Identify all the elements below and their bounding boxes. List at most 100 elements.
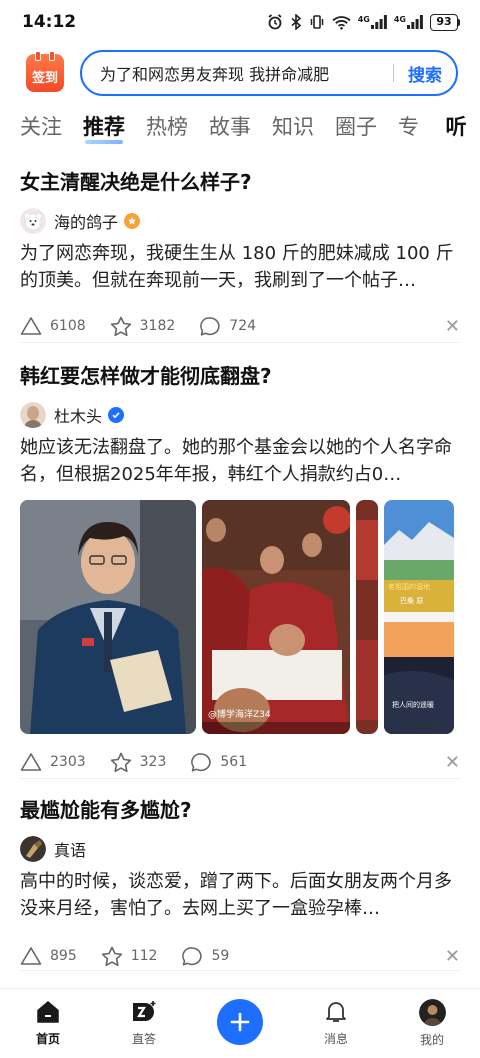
search-input[interactable]: 为了和网恋男友奔现 我拼命减肥 bbox=[100, 61, 379, 85]
bottom-nav: 首页 直答 消息 我的 bbox=[0, 988, 480, 1058]
image-caption-top: 老祖国的湿地 bbox=[388, 583, 430, 591]
author-row[interactable]: 真语 bbox=[20, 836, 460, 862]
nav-create[interactable] bbox=[192, 989, 288, 1058]
question-title[interactable]: 最尴尬能有多尴尬? bbox=[20, 796, 460, 824]
nav-messages[interactable]: 消息 bbox=[288, 989, 384, 1058]
answer-excerpt[interactable]: 高中的时候，谈恋爱，蹭了两下。后面女朋友两个月多没来月经，害怕了。去网上买了一盒… bbox=[20, 868, 460, 922]
favorite-count: 112 bbox=[130, 948, 158, 964]
comment-count: 561 bbox=[220, 754, 248, 770]
favorite-button[interactable]: 323 bbox=[110, 752, 167, 773]
comment-button[interactable]: 561 bbox=[190, 752, 247, 773]
image-gallery[interactable]: @博学海洋Z34 老祖国的湿地 巴桑 原 把人间的遥暖 韩红原 bbox=[20, 500, 460, 734]
gallery-image-1[interactable] bbox=[20, 500, 196, 734]
favorite-button[interactable]: 112 bbox=[101, 946, 158, 967]
checkin-label: 签到 bbox=[31, 71, 58, 86]
creator-badge-icon bbox=[124, 213, 141, 229]
tab-circle[interactable]: 圈子 bbox=[335, 111, 377, 141]
question-title[interactable]: 韩红要怎样做才能彻底翻盘? bbox=[20, 362, 460, 390]
signal-2-icon: 4G bbox=[394, 15, 423, 29]
like-button[interactable]: 6108 bbox=[20, 316, 86, 336]
action-bar: 895 112 59 ✕ bbox=[20, 944, 460, 968]
question-title[interactable]: 女主清醒决绝是什么样子? bbox=[20, 168, 460, 196]
gallery-image-2[interactable]: @博学海洋Z34 bbox=[202, 500, 350, 734]
comment-button[interactable]: 724 bbox=[199, 316, 256, 337]
author-name[interactable]: 真语 bbox=[54, 837, 86, 861]
nav-home[interactable]: 首页 bbox=[0, 989, 96, 1058]
avatar[interactable] bbox=[20, 402, 46, 428]
upvote-icon bbox=[20, 753, 42, 771]
like-count: 895 bbox=[50, 948, 77, 964]
tab-hot[interactable]: 热榜 bbox=[146, 111, 188, 141]
like-count: 2303 bbox=[50, 754, 86, 770]
feed-card[interactable]: 女主清醒决绝是什么样子? 海的鸽子 为了网恋奔现，我硬生生从 180 斤的肥妹减… bbox=[0, 168, 480, 338]
author-row[interactable]: 杜木头 bbox=[20, 402, 460, 428]
comment-icon bbox=[182, 946, 203, 966]
upvote-icon bbox=[20, 947, 42, 965]
nav-mine[interactable]: 我的 bbox=[384, 989, 480, 1058]
comment-count: 59 bbox=[211, 948, 230, 964]
battery-icon: 93 bbox=[430, 13, 460, 31]
wifi-icon bbox=[332, 15, 351, 30]
action-bar: 6108 3182 724 ✕ bbox=[20, 314, 460, 338]
avatar[interactable] bbox=[20, 836, 46, 862]
dismiss-icon[interactable]: ✕ bbox=[445, 946, 460, 967]
star-icon bbox=[110, 752, 131, 772]
divider bbox=[20, 342, 460, 343]
bluetooth-icon bbox=[291, 14, 301, 30]
alarm-icon bbox=[268, 14, 282, 30]
status-icons: 4G 4G 93 bbox=[267, 13, 460, 31]
upvote-icon bbox=[20, 317, 42, 335]
bell-icon bbox=[326, 1002, 346, 1022]
author-row[interactable]: 海的鸽子 bbox=[20, 208, 460, 234]
status-bar: 14:12 4G 4G 93 bbox=[0, 0, 480, 44]
answer-excerpt[interactable]: 她应该无法翻盘了。她的那个基金会以她的个人名字命名，但根据2025年年报，韩红个… bbox=[20, 434, 460, 488]
create-button[interactable] bbox=[217, 999, 263, 1045]
comment-button[interactable]: 59 bbox=[181, 946, 229, 967]
favorite-button[interactable]: 3182 bbox=[110, 316, 176, 337]
comment-icon bbox=[200, 316, 220, 336]
direct-answer-icon bbox=[133, 1001, 156, 1021]
vibrate-icon bbox=[310, 15, 323, 29]
profile-avatar bbox=[418, 999, 446, 1026]
answer-excerpt[interactable]: 为了网恋奔现，我硬生生从 180 斤的肥妹减成 100 斤的顶美。但就在奔现前一… bbox=[20, 240, 460, 294]
author-name[interactable]: 海的鸽子 bbox=[54, 209, 118, 233]
gallery-image-4[interactable]: 老祖国的湿地 巴桑 原 把人间的遥暖 韩红原 bbox=[384, 500, 454, 734]
nav-mine-label: 我的 bbox=[419, 1033, 444, 1047]
plus-icon bbox=[230, 1012, 250, 1032]
action-bar: 2303 323 561 ✕ bbox=[20, 750, 460, 774]
feed-card[interactable]: 韩红要怎样做才能彻底翻盘? 杜木头 她应该无法翻盘了。她的那个基金会以她的个人名… bbox=[0, 362, 480, 774]
search-divider bbox=[392, 64, 394, 82]
nav-home-label: 首页 bbox=[35, 1032, 60, 1046]
tab-story[interactable]: 故事 bbox=[209, 111, 251, 141]
dismiss-icon[interactable]: ✕ bbox=[445, 316, 460, 337]
image-caption-bottom: 把人间的遥暖 bbox=[392, 701, 434, 709]
like-count: 6108 bbox=[50, 318, 86, 334]
like-button[interactable]: 895 bbox=[20, 946, 77, 966]
nav-live[interactable]: 直答 bbox=[96, 989, 192, 1058]
checkin-button[interactable]: 签到 bbox=[26, 51, 64, 92]
channel-tabs: 关注 推荐 热榜 故事 知识 圈子 专 听 bbox=[0, 106, 480, 146]
signal-1-icon: 4G bbox=[358, 15, 387, 29]
tab-recommend[interactable]: 推荐 bbox=[83, 111, 125, 144]
nav-messages-label: 消息 bbox=[323, 1032, 348, 1046]
like-button[interactable]: 2303 bbox=[20, 752, 86, 772]
tab-follow[interactable]: 关注 bbox=[20, 111, 62, 141]
tab-special[interactable]: 专 bbox=[398, 111, 419, 141]
search-button[interactable]: 搜索 bbox=[408, 61, 442, 86]
author-name[interactable]: 杜木头 bbox=[54, 403, 102, 427]
nav-live-label: 直答 bbox=[131, 1032, 156, 1046]
tab-knowledge[interactable]: 知识 bbox=[272, 111, 314, 141]
favorite-count: 323 bbox=[139, 754, 167, 770]
search-bar[interactable]: 为了和网恋男友奔现 我拼命减肥 搜索 bbox=[80, 50, 458, 96]
status-time: 14:12 bbox=[22, 12, 77, 32]
star-icon bbox=[101, 946, 122, 966]
battery-level: 93 bbox=[430, 13, 458, 31]
comment-count: 724 bbox=[229, 318, 257, 334]
gallery-image-3[interactable] bbox=[356, 500, 378, 734]
avatar[interactable] bbox=[20, 208, 46, 234]
tab-listen[interactable]: 听 bbox=[432, 106, 480, 146]
divider bbox=[20, 778, 460, 779]
dismiss-icon[interactable]: ✕ bbox=[445, 752, 460, 773]
feed-card[interactable]: 最尴尬能有多尴尬? 真语 高中的时候，谈恋爱，蹭了两下。后面女朋友两个月多没来月… bbox=[0, 796, 480, 968]
favorite-count: 3182 bbox=[139, 318, 176, 334]
